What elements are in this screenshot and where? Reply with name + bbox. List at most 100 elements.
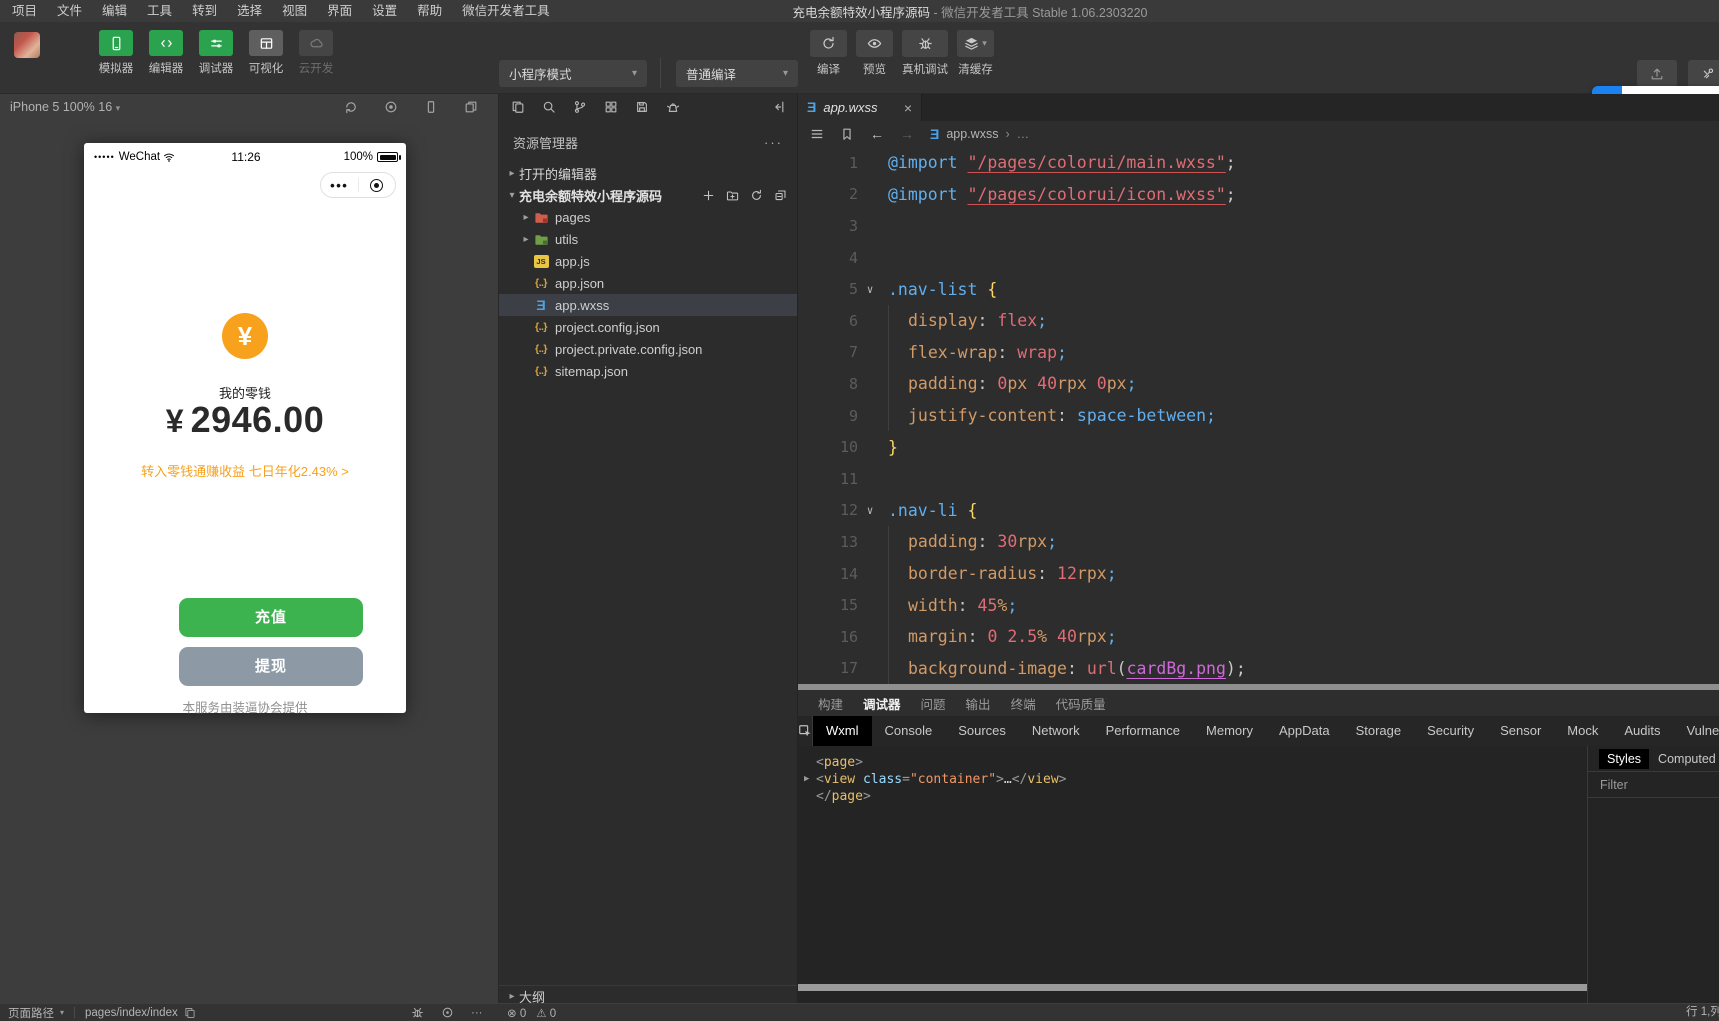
- debug-tab-代码质量[interactable]: 代码质量: [1046, 694, 1116, 713]
- fold-chevron-icon[interactable]: ∨: [858, 504, 882, 517]
- preview-button[interactable]: 预览: [856, 30, 893, 77]
- wxml-node-1[interactable]: ▶ <view class="container">…</view>: [804, 771, 1587, 788]
- extensions-icon[interactable]: [604, 100, 618, 114]
- menu-item-9[interactable]: 帮助: [407, 0, 452, 22]
- new-folder-button[interactable]: [726, 189, 739, 202]
- code-line-4[interactable]: 4: [798, 242, 1719, 274]
- page-path-label[interactable]: 页面路径: [8, 1005, 54, 1021]
- styles-filter-input[interactable]: Filter: [1588, 772, 1719, 798]
- tree-item-utils[interactable]: ▸ utils: [499, 228, 797, 250]
- code-line-17[interactable]: 17 background-image: url(cardBg.png);: [798, 652, 1719, 685]
- bookmark-icon[interactable]: [840, 127, 854, 141]
- version-control-button[interactable]: [1688, 60, 1719, 87]
- toolbar-cloud-button[interactable]: 云开发: [294, 30, 338, 76]
- menu-item-6[interactable]: 视图: [272, 0, 317, 22]
- avatar[interactable]: [14, 32, 40, 58]
- section-open-editors[interactable]: ▸ 打开的编辑器: [499, 162, 797, 184]
- more-actions-button[interactable]: ···: [764, 135, 783, 150]
- devtools-tab-console[interactable]: Console: [872, 716, 946, 746]
- kettle-icon[interactable]: [666, 100, 680, 114]
- devtools-tab-mock[interactable]: Mock: [1554, 716, 1611, 746]
- tree-item-pages[interactable]: ▸ pages: [499, 206, 797, 228]
- breadcrumb-more[interactable]: …: [1017, 127, 1030, 141]
- breadcrumb-file[interactable]: app.wxss: [946, 127, 998, 141]
- clear-cache-button[interactable]: ▾ 清缓存: [957, 30, 994, 77]
- devtools-tab-appdata[interactable]: AppData: [1266, 716, 1343, 746]
- devtools-tab-memory[interactable]: Memory: [1193, 716, 1266, 746]
- upload-button[interactable]: [1637, 60, 1677, 87]
- devtools-tab-security[interactable]: Security: [1414, 716, 1487, 746]
- tree-item-app-js[interactable]: JS app.js: [499, 250, 797, 272]
- toolbar-debugger-button[interactable]: 调试器: [194, 30, 238, 76]
- tree-item-project-config-json[interactable]: {..} project.config.json: [499, 316, 797, 338]
- code-line-8[interactable]: 8 padding: 0px 40rpx 0px;: [798, 368, 1719, 400]
- tree-item-project-private-config-json[interactable]: {..} project.private.config.json: [499, 338, 797, 360]
- tab-app-wxss[interactable]: Ǝ app.wxss ×: [798, 94, 922, 121]
- menu-item-8[interactable]: 设置: [362, 0, 407, 22]
- caret-position[interactable]: 行 1,列 1: [1686, 1004, 1719, 1021]
- menu-item-2[interactable]: 编辑: [92, 0, 137, 22]
- debug-tab-输出[interactable]: 输出: [956, 694, 1001, 713]
- close-icon[interactable]: ×: [904, 101, 912, 115]
- refresh-explorer-button[interactable]: [750, 189, 763, 202]
- close-minibar-button[interactable]: [359, 173, 396, 197]
- wxml-horizontal-scrollbar[interactable]: [798, 984, 1587, 991]
- devtools-tab-audits[interactable]: Audits: [1611, 716, 1673, 746]
- devtools-tab-storage[interactable]: Storage: [1343, 716, 1415, 746]
- mode-select[interactable]: 小程序模式 ▾: [499, 60, 647, 87]
- code-line-9[interactable]: 9 justify-content: space-between;: [798, 399, 1719, 432]
- split-screen-icon[interactable]: [464, 100, 478, 114]
- wxml-node-0[interactable]: <page>: [816, 754, 1587, 771]
- rotate-icon[interactable]: [344, 100, 358, 114]
- code-line-6[interactable]: 6 display: flex;: [798, 304, 1719, 337]
- bug-icon[interactable]: [411, 1006, 424, 1019]
- menu-item-3[interactable]: 工具: [137, 0, 182, 22]
- devtools-tab-sensor[interactable]: Sensor: [1487, 716, 1554, 746]
- navigate-forward-icon[interactable]: →: [900, 126, 914, 142]
- devtools-tab-sources[interactable]: Sources: [945, 716, 1019, 746]
- device-debug-button[interactable]: 真机调试: [902, 30, 948, 77]
- device-frame-icon[interactable]: [424, 100, 438, 114]
- preview-circle-icon[interactable]: [441, 1006, 454, 1019]
- code-line-16[interactable]: 16 margin: 0 2.5% 40rpx;: [798, 620, 1719, 653]
- save-icon[interactable]: [635, 100, 649, 114]
- recharge-button[interactable]: 充值: [179, 598, 363, 637]
- code-line-15[interactable]: 15 width: 45%;: [798, 589, 1719, 621]
- code-line-10[interactable]: 10}: [798, 431, 1719, 463]
- devtools-tab-performance[interactable]: Performance: [1093, 716, 1193, 746]
- toolbar-visualizer-button[interactable]: 可视化: [244, 30, 288, 76]
- devtools-tab-network[interactable]: Network: [1019, 716, 1093, 746]
- record-icon[interactable]: [384, 100, 398, 114]
- search-icon[interactable]: [542, 100, 556, 114]
- code-editor[interactable]: 1 @import "/pages/colorui/main.wxss"; 2 @im…: [798, 147, 1719, 684]
- menu-item-4[interactable]: 转到: [182, 0, 227, 22]
- tree-item-sitemap-json[interactable]: {..} sitemap.json: [499, 360, 797, 382]
- new-file-button[interactable]: [702, 189, 715, 202]
- navigate-back-icon[interactable]: ←: [870, 126, 884, 142]
- collapse-folders-button[interactable]: [774, 189, 787, 202]
- menu-item-7[interactable]: 界面: [317, 0, 362, 22]
- menu-item-5[interactable]: 选择: [227, 0, 272, 22]
- money-fund-link[interactable]: 转入零钱通赚收益 七日年化2.43% >: [84, 461, 406, 480]
- code-line-12[interactable]: 12 ∨ .nav-li {: [798, 495, 1719, 527]
- code-line-13[interactable]: 13 padding: 30rpx;: [798, 526, 1719, 558]
- devtools-tab-vulnerability[interactable]: Vulnerability: [1673, 716, 1719, 746]
- outline-list-icon[interactable]: [810, 127, 824, 141]
- menu-item-1[interactable]: 文件: [47, 0, 92, 22]
- code-line-2[interactable]: 2 @import "/pages/colorui/icon.wxss";: [798, 179, 1719, 211]
- source-control-icon[interactable]: [573, 100, 587, 114]
- debug-tab-构建[interactable]: 构建: [808, 694, 853, 713]
- compile-button[interactable]: 编译: [810, 30, 847, 77]
- fold-chevron-icon[interactable]: ∨: [858, 283, 882, 296]
- debug-tab-调试器[interactable]: 调试器: [853, 694, 911, 713]
- files-icon[interactable]: [511, 100, 525, 114]
- tree-item-app-wxss[interactable]: Ǝapp.wxss: [499, 294, 797, 316]
- compile-mode-select[interactable]: 普通编译 ▾: [676, 60, 798, 87]
- toolbar-simulator-button[interactable]: 模拟器: [94, 30, 138, 76]
- withdraw-button[interactable]: 提现: [179, 647, 363, 686]
- devtools-tab-wxml[interactable]: Wxml: [813, 716, 872, 746]
- device-select[interactable]: iPhone 5 100% 16 ▾: [10, 100, 120, 114]
- copy-icon[interactable]: [184, 1007, 196, 1019]
- problem-counters[interactable]: ⊗ 0 ⚠ 0: [507, 1004, 556, 1021]
- code-line-5[interactable]: 5 ∨ .nav-list {: [798, 273, 1719, 305]
